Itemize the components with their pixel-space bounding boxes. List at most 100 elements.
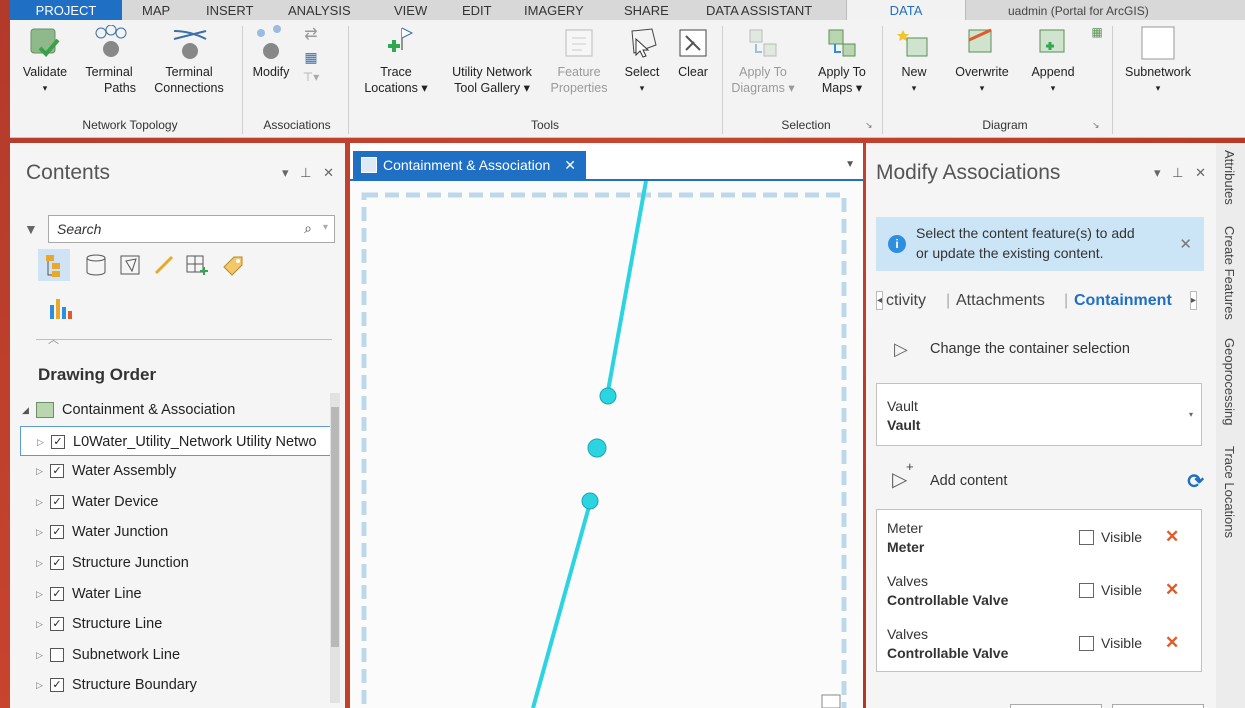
pane-controls[interactable]: ▾ ⊥ ✕ [282, 165, 338, 181]
tab-connectivity[interactable]: ctivity [886, 292, 926, 310]
scroll-left-icon[interactable]: ◂ [876, 291, 884, 310]
modify-associations-button[interactable]: Modify [246, 24, 296, 80]
contents-scrollbar[interactable] [330, 393, 340, 703]
chevron-down-icon[interactable]: ▾ [323, 222, 328, 233]
tab-data[interactable]: DATA [846, 0, 966, 20]
append-diagram-button[interactable]: Append ▾ [1022, 24, 1084, 96]
select-button[interactable]: Select ▾ [618, 24, 666, 96]
layer-item[interactable]: ▷ ✓ Structure Line [20, 609, 335, 640]
apply-button-stub[interactable] [1010, 704, 1102, 708]
expand-icon[interactable]: ▷ [36, 487, 43, 517]
layer-item[interactable]: ▷ ✓ Structure Junction [20, 548, 335, 579]
layer-item[interactable]: ▷ ✓ Structure Boundary [20, 670, 335, 701]
layer-item[interactable]: ▷ ✓ Water Junction [20, 517, 335, 548]
diagram-small-tool[interactable]: ▦ [1086, 24, 1108, 40]
cancel-button-stub[interactable] [1112, 704, 1204, 708]
expand-icon[interactable]: ▷ [36, 640, 43, 670]
search-input[interactable]: Search ⌕ ▾ [48, 215, 335, 243]
dialog-launcher-icon[interactable]: ↘ [1092, 120, 1100, 131]
layer-item[interactable]: ▷ Subnetwork Line [20, 640, 335, 671]
search-icon[interactable]: ⌕ [304, 220, 312, 237]
chevron-down-icon[interactable]: ▼ [845, 159, 855, 170]
layer-item[interactable]: ▷ ✓ Water Device [20, 487, 335, 518]
editing-icon[interactable] [152, 253, 176, 282]
expand-icon[interactable]: ▷ [36, 456, 43, 486]
map-view-tab[interactable]: Containment & Association ✕ [353, 151, 586, 179]
map-root-item[interactable]: ◢ Containment & Association [20, 395, 335, 426]
remove-icon[interactable]: ✕ [1165, 580, 1179, 600]
apply-to-diagrams-button[interactable]: Apply To Diagrams ▾ [726, 24, 800, 96]
tool-gallery-button[interactable]: Utility Network Tool Gallery ▾ [442, 24, 542, 96]
apply-to-maps-button[interactable]: Apply To Maps ▾ [806, 24, 878, 96]
pane-controls[interactable]: ▾ ⊥ ✕ [1154, 165, 1210, 181]
expand-icon[interactable]: ▷ [37, 427, 44, 456]
tab-analysis[interactable]: ANALYSIS [288, 0, 351, 20]
map-canvas[interactable] [350, 181, 863, 708]
chevron-down-icon[interactable]: ▾ [1189, 410, 1193, 419]
list-by-drawing-order-icon[interactable] [38, 249, 70, 281]
tab-edit[interactable]: EDIT [462, 0, 492, 20]
layer-visibility-checkbox[interactable]: ✓ [50, 464, 64, 479]
scroll-right-icon[interactable]: ▸ [1190, 291, 1198, 310]
layer-visibility-checkbox[interactable]: ✓ [51, 434, 65, 449]
tab-create-features[interactable]: Create Features [1222, 226, 1237, 320]
charts-icon[interactable] [48, 295, 74, 324]
associations-small-tools[interactable]: ⇄ ▦ ⊤▾ [296, 24, 326, 86]
layer-visibility-checkbox[interactable]: ✓ [50, 555, 64, 570]
tab-project[interactable]: PROJECT [10, 0, 122, 20]
tab-data-assistant[interactable]: DATA ASSISTANT [706, 0, 812, 20]
layer-item[interactable]: ▷ ✓ Water Line [20, 579, 335, 610]
dialog-launcher-icon[interactable]: ↘ [865, 120, 873, 131]
feature-properties-button[interactable]: Feature Properties [544, 24, 614, 96]
tab-trace-locations[interactable]: Trace Locations [1222, 446, 1237, 538]
tab-geoprocessing[interactable]: Geoprocessing [1222, 338, 1237, 425]
trace-locations-button[interactable]: Trace Locations ▾ [360, 24, 432, 96]
layer-visibility-checkbox[interactable] [50, 647, 64, 662]
layer-item[interactable]: ▷ ✓ L0Water_Utility_Network Utility Netw… [20, 425, 335, 457]
expand-icon[interactable]: ▷ [36, 609, 43, 639]
labeling-icon[interactable] [220, 253, 246, 282]
visible-checkbox[interactable] [1079, 636, 1094, 651]
user-account[interactable]: uadmin (Portal for ArcGIS) [1008, 0, 1149, 20]
expand-icon[interactable]: ▷ [36, 579, 43, 609]
list-item[interactable]: Valves Controllable Valve Visible ✕ [887, 622, 1197, 672]
collapse-icon[interactable]: ◢ [22, 395, 29, 425]
visible-checkbox[interactable] [1079, 583, 1094, 598]
expand-icon[interactable]: ▷ [36, 670, 43, 700]
subnetwork-button[interactable]: Subnetwork ▾ [1114, 24, 1202, 96]
new-diagram-button[interactable]: New ▾ [890, 24, 938, 96]
refresh-icon[interactable]: ⟳ [1187, 469, 1204, 494]
tab-attributes[interactable]: Attributes [1222, 150, 1237, 205]
scrollbar-thumb[interactable] [331, 407, 339, 647]
list-item[interactable]: Meter Meter Visible ✕ [887, 516, 1197, 566]
layer-visibility-checkbox[interactable]: ✓ [50, 494, 64, 509]
tab-imagery[interactable]: IMAGERY [524, 0, 584, 20]
list-item[interactable]: Valves Controllable Valve Visible ✕ [887, 569, 1197, 619]
filter-icon[interactable]: ▼ [24, 221, 38, 237]
expand-icon[interactable]: ▷ [36, 548, 43, 578]
close-icon[interactable]: ✕ [564, 157, 576, 173]
container-selector[interactable]: Vault Vault ▾ [876, 383, 1202, 446]
terminal-paths-button[interactable]: Terminal Paths [76, 24, 142, 96]
tab-attachments[interactable]: Attachments [956, 292, 1045, 310]
layer-item[interactable]: ▷ ✓ Water Assembly [20, 456, 335, 487]
tab-map[interactable]: MAP [142, 0, 170, 20]
data-source-icon[interactable] [84, 253, 108, 282]
tab-share[interactable]: SHARE [624, 0, 669, 20]
validate-button[interactable]: Validate ▾ [14, 24, 76, 96]
terminal-connections-button[interactable]: Terminal Connections [146, 24, 232, 96]
tab-containment[interactable]: Containment [1074, 292, 1172, 310]
layer-visibility-checkbox[interactable]: ✓ [50, 678, 64, 693]
selection-icon[interactable] [118, 253, 142, 282]
overwrite-diagram-button[interactable]: Overwrite ▾ [942, 24, 1022, 96]
layer-visibility-checkbox[interactable]: ✓ [50, 586, 64, 601]
tab-insert[interactable]: INSERT [206, 0, 253, 20]
tab-view[interactable]: VIEW [394, 0, 427, 20]
visible-checkbox[interactable] [1079, 530, 1094, 545]
layer-visibility-checkbox[interactable]: ✓ [50, 525, 64, 540]
remove-icon[interactable]: ✕ [1165, 527, 1179, 547]
remove-icon[interactable]: ✕ [1165, 633, 1179, 653]
clear-button[interactable]: Clear [670, 24, 716, 80]
expand-icon[interactable]: ▷ [36, 517, 43, 547]
layer-visibility-checkbox[interactable]: ✓ [50, 617, 64, 632]
